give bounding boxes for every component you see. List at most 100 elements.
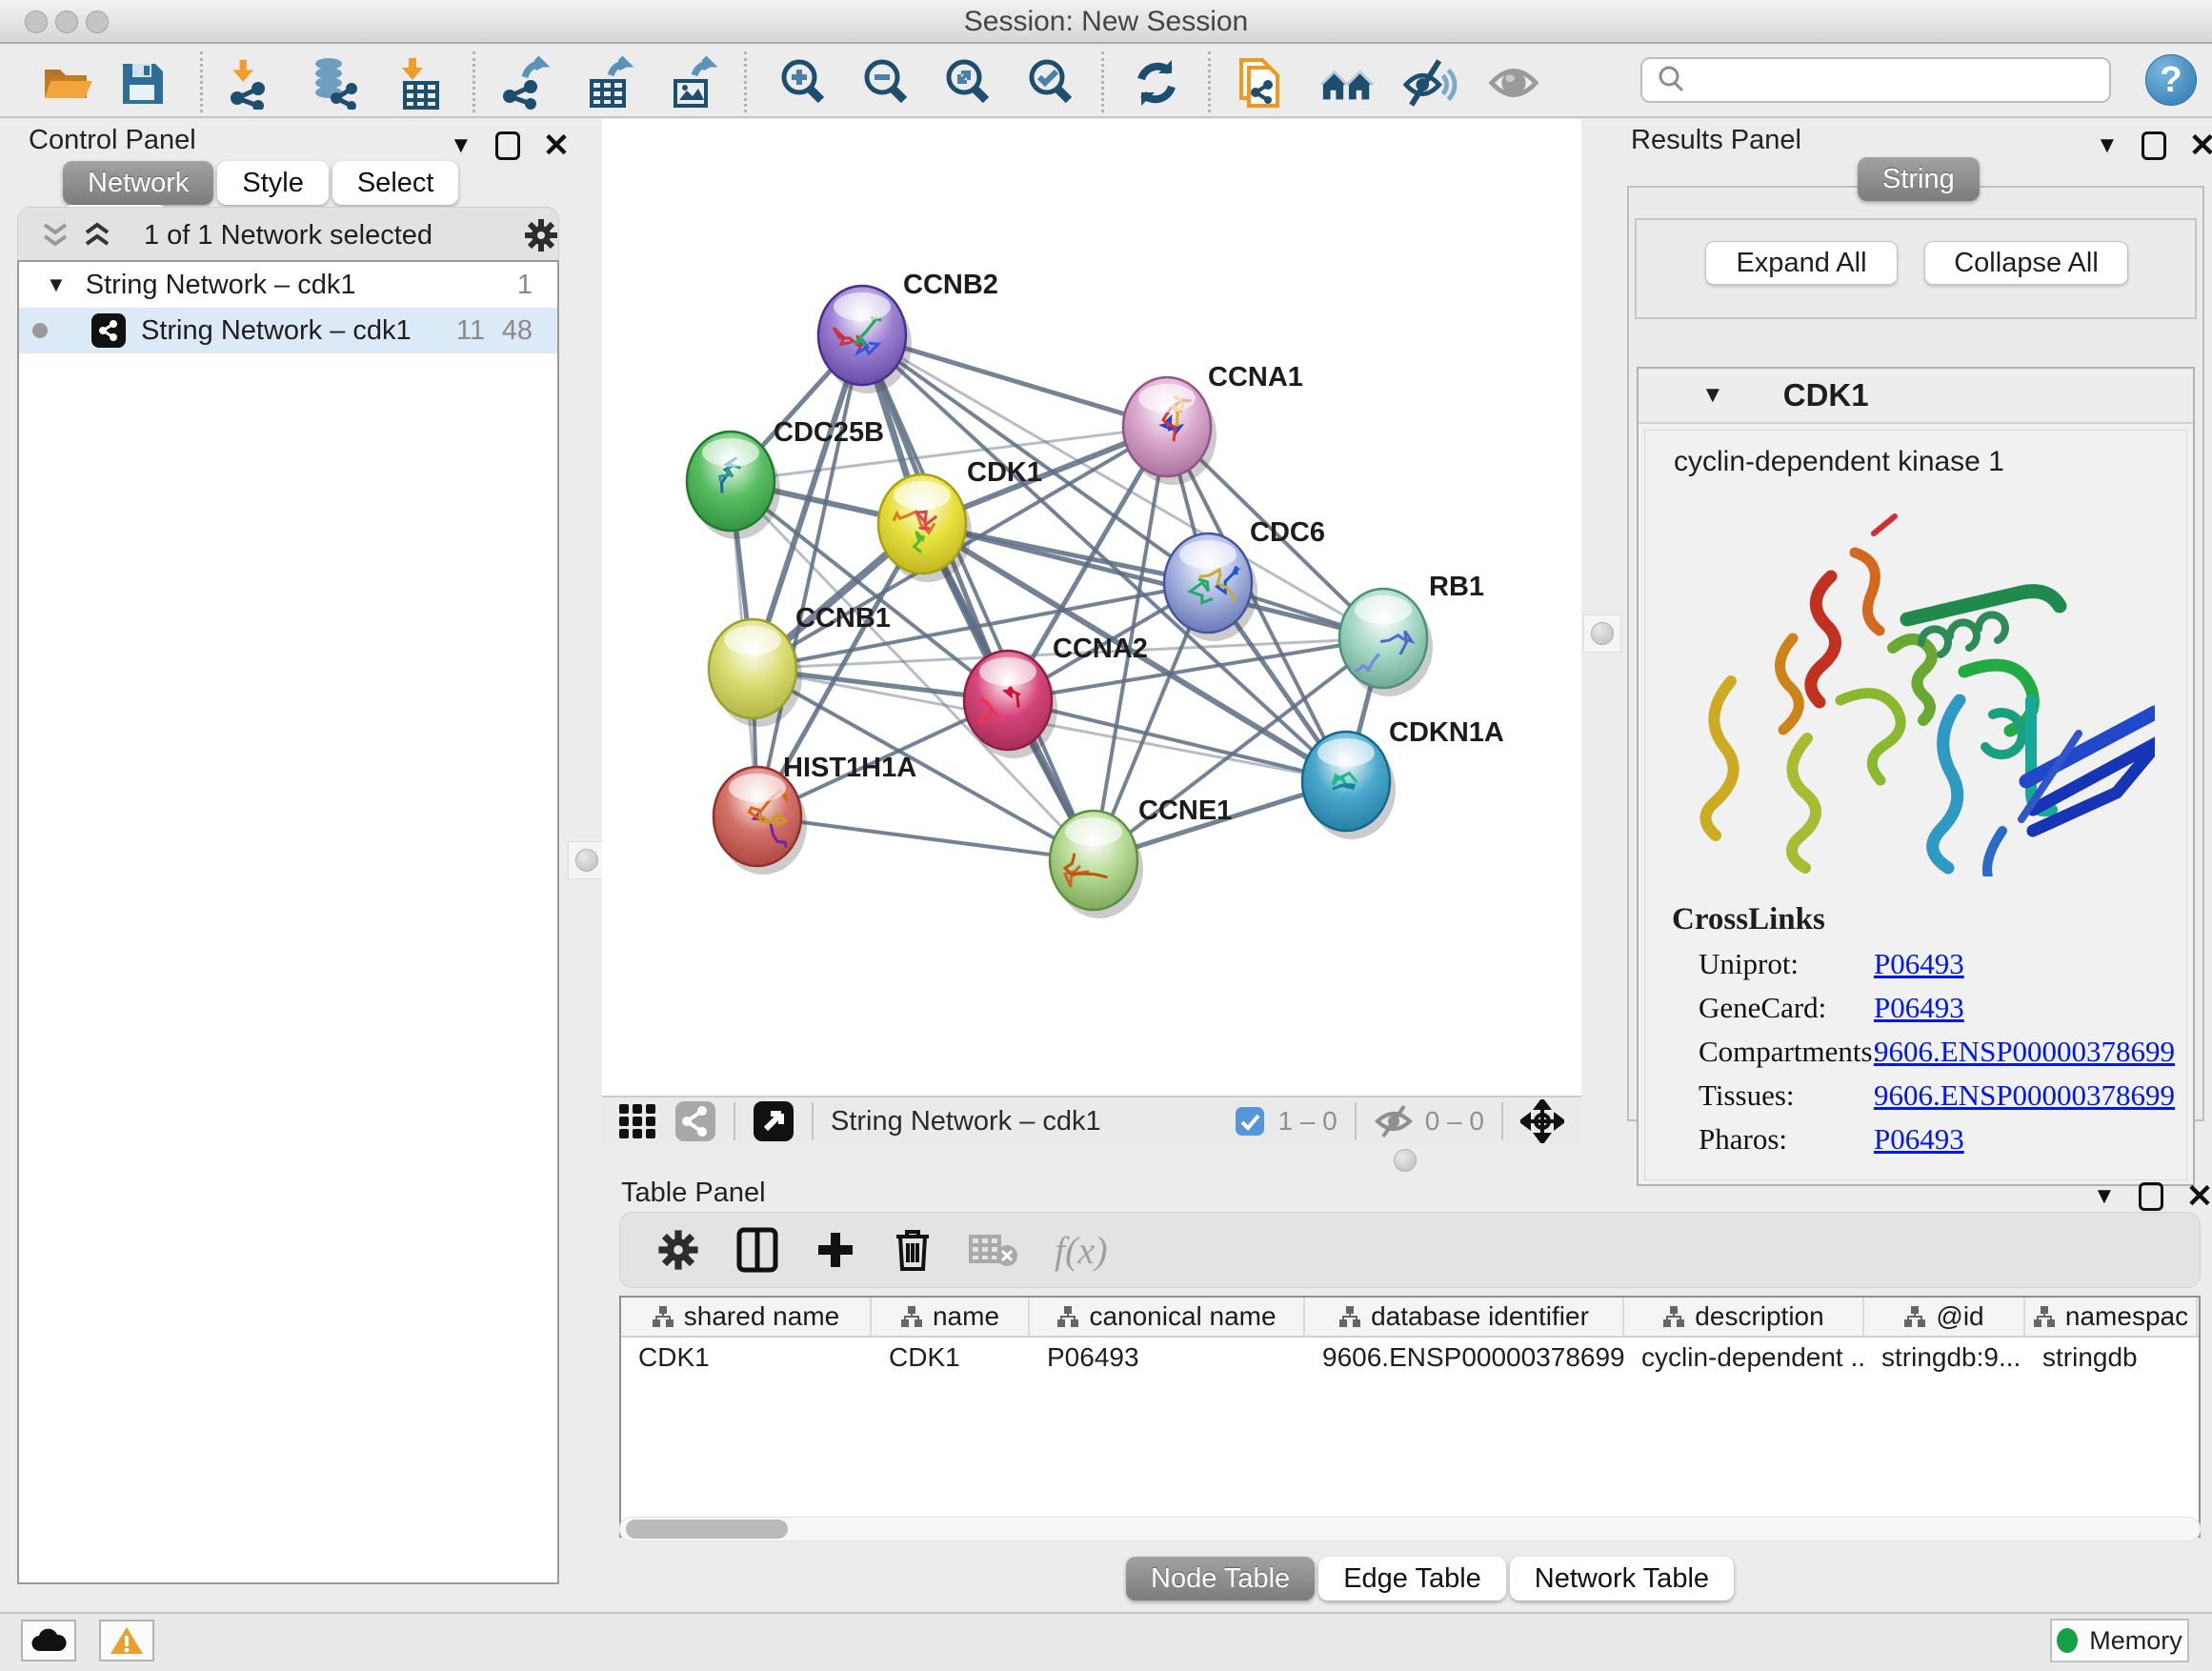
maximize-panel-icon[interactable] xyxy=(495,131,520,160)
zoom-out-icon[interactable] xyxy=(858,55,914,111)
help-button[interactable]: ? xyxy=(2145,54,2197,106)
search-input[interactable] xyxy=(1696,61,2109,99)
node-CCNB2[interactable]: CCNB2 xyxy=(818,270,998,393)
refresh-icon[interactable] xyxy=(1129,55,1184,111)
export-network-icon[interactable] xyxy=(497,55,553,111)
table-row[interactable]: CDK1CDK1P064939606.ENSP00000378699cyclin… xyxy=(621,1338,2199,1378)
hide-eye-icon[interactable] xyxy=(1402,55,1458,111)
tree-expander-icon[interactable]: ▼ xyxy=(46,272,67,297)
import-network-database-icon[interactable] xyxy=(307,55,362,111)
table-cell[interactable]: stringdb xyxy=(2025,1338,2198,1378)
tab-node-table[interactable]: Node Table xyxy=(1126,1557,1315,1601)
network-collection-row[interactable]: ▼ String Network – cdk1 1 xyxy=(19,262,557,308)
save-session-icon[interactable] xyxy=(114,55,170,111)
right-splitter-handle[interactable] xyxy=(1583,614,1621,653)
node-CCNB1[interactable]: CCNB1 xyxy=(709,603,891,727)
collapse-all-button[interactable]: Collapse All xyxy=(1924,241,2128,285)
table-cell[interactable]: 9606.ENSP00000378699 xyxy=(1305,1338,1624,1378)
table-cell[interactable]: cyclin-dependent ... xyxy=(1624,1338,1864,1378)
maximize-panel-icon[interactable] xyxy=(2142,131,2166,160)
tab-edge-table[interactable]: Edge Table xyxy=(1318,1557,1506,1601)
table-hscrollbar[interactable] xyxy=(619,1517,2201,1541)
open-session-icon[interactable] xyxy=(38,55,93,111)
column-header--id[interactable]: @id xyxy=(1864,1298,2025,1336)
crosslink-value-link[interactable]: P06493 xyxy=(1874,947,1964,981)
edge-HIST1H1A-CCNE1[interactable] xyxy=(757,816,1094,860)
expand-all-button[interactable]: Expand All xyxy=(1705,241,1898,285)
column-header-name[interactable]: name xyxy=(872,1298,1030,1336)
gene-entry-header[interactable]: ▼ CDK1 xyxy=(1639,369,2193,424)
crosslink-value-link[interactable]: P06493 xyxy=(1874,991,1964,1025)
crosslink-value-link[interactable]: 9606.ENSP00000378699 xyxy=(1874,1035,2175,1069)
float-panel-icon[interactable]: ▼ xyxy=(2096,132,2119,159)
zoom-in-icon[interactable] xyxy=(775,55,831,111)
table-cell[interactable]: CDK1 xyxy=(872,1338,1030,1378)
node-CDC6[interactable]: CDC6 xyxy=(1164,517,1325,641)
tab-select[interactable]: Select xyxy=(332,161,459,205)
node-CDK1[interactable]: CDK1 xyxy=(878,457,1042,582)
network-share-view-icon[interactable] xyxy=(674,1100,716,1142)
tab-network-table[interactable]: Network Table xyxy=(1510,1557,1734,1601)
network-canvas[interactable]: CCNB2CCNA1CDC25BCDK1CDC6RB1CCNB1CCNA2HIS… xyxy=(602,119,1581,1145)
table-cell[interactable]: stringdb:9... xyxy=(1864,1338,2025,1378)
node-HIST1H1A[interactable]: HIST1H1A xyxy=(714,753,916,875)
gear-icon[interactable] xyxy=(523,217,559,253)
string-import-icon[interactable] xyxy=(1233,55,1288,111)
network-row[interactable]: String Network – cdk1 11 48 xyxy=(19,308,557,353)
collapse-entry-icon[interactable]: ▼ xyxy=(1701,382,1724,409)
table-cell[interactable]: CDK1 xyxy=(621,1338,872,1378)
node-CCNA1[interactable]: CCNA1 xyxy=(1123,362,1303,485)
column-header-description[interactable]: description xyxy=(1624,1298,1864,1336)
column-header-canonical-name[interactable]: canonical name xyxy=(1030,1298,1305,1336)
hidden-eye-icon[interactable] xyxy=(1374,1104,1414,1138)
tab-string[interactable]: String xyxy=(1858,157,1980,201)
pan-crosshair-icon[interactable] xyxy=(1520,1099,1564,1143)
node-table[interactable]: shared namenamecanonical namedatabase id… xyxy=(619,1296,2201,1538)
node-CDKN1A[interactable]: CDKN1A xyxy=(1302,717,1504,839)
float-panel-icon[interactable]: ▼ xyxy=(450,132,473,159)
maximize-panel-icon[interactable] xyxy=(2139,1182,2163,1211)
cloud-button[interactable] xyxy=(21,1620,76,1661)
flat-eye-icon[interactable] xyxy=(1486,55,1541,111)
export-image-icon[interactable] xyxy=(665,55,720,111)
selected-nodes-checkbox-icon[interactable] xyxy=(1234,1105,1266,1137)
memory-button[interactable]: Memory xyxy=(2050,1619,2189,1662)
crosslink-value-link[interactable]: P06493 xyxy=(1874,1122,1964,1157)
float-panel-icon[interactable]: ▼ xyxy=(2093,1183,2116,1210)
tab-network[interactable]: Network xyxy=(63,161,213,205)
warning-button[interactable] xyxy=(99,1620,154,1661)
edge-CCNB2-HIST1H1A[interactable] xyxy=(757,335,862,816)
node-RB1[interactable]: RB1 xyxy=(1339,572,1484,696)
close-panel-icon[interactable]: ✕ xyxy=(543,127,571,165)
network-list-toolbar: 1 of 1 Network selected xyxy=(17,207,559,262)
string-network-graph[interactable]: CCNB2CCNA1CDC25BCDK1CDC6RB1CCNB1CCNA2HIS… xyxy=(602,119,1581,1096)
column-header-database-identifier[interactable]: database identifier xyxy=(1305,1298,1624,1336)
delete-column-icon[interactable] xyxy=(893,1227,933,1273)
table-cell[interactable]: P06493 xyxy=(1030,1338,1305,1378)
import-network-file-icon[interactable] xyxy=(221,55,276,111)
close-panel-icon[interactable]: ✕ xyxy=(2186,1178,2212,1216)
crosslink-value-link[interactable]: 9606.ENSP00000378699 xyxy=(1874,1078,2175,1113)
homes-icon[interactable] xyxy=(1319,55,1375,111)
zoom-fit-icon[interactable] xyxy=(940,55,995,111)
scrollbar-thumb[interactable] xyxy=(626,1520,788,1539)
close-panel-icon[interactable]: ✕ xyxy=(2189,127,2212,165)
zoom-selected-icon[interactable] xyxy=(1023,55,1078,111)
hidden-count: 0 – 0 xyxy=(1425,1106,1484,1137)
column-header-shared-name[interactable]: shared name xyxy=(621,1298,872,1336)
column-header-namespac[interactable]: namespac xyxy=(2025,1298,2198,1336)
import-table-file-icon[interactable] xyxy=(392,55,448,111)
expand-collapse-box: Expand All Collapse All xyxy=(1635,218,2197,319)
show-columns-icon[interactable] xyxy=(736,1227,778,1273)
birdseye-view-icon[interactable] xyxy=(753,1100,794,1142)
table-tabs: Node TableEdge TableNetwork Table xyxy=(1126,1557,1738,1601)
grid-view-icon[interactable] xyxy=(617,1102,659,1140)
node-CCNE1[interactable]: CCNE1 xyxy=(1050,795,1232,918)
node-CDC25B[interactable]: CDC25B xyxy=(687,417,884,539)
table-options-gear-icon[interactable] xyxy=(656,1228,700,1272)
add-column-icon[interactable] xyxy=(814,1229,856,1271)
left-splitter-handle[interactable] xyxy=(568,841,606,879)
network-view-title: String Network – cdk1 xyxy=(831,1106,1101,1137)
export-table-icon[interactable] xyxy=(581,55,636,111)
tab-style[interactable]: Style xyxy=(217,161,328,205)
